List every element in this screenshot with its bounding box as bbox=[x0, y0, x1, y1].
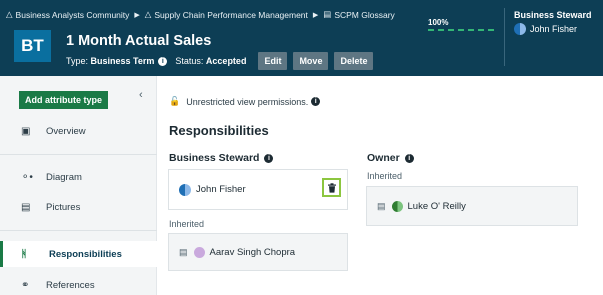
permissions-text: Unrestricted view permissions. bbox=[186, 96, 309, 107]
sidebar-item-label: Diagram bbox=[46, 171, 82, 183]
sidebar: Add attribute type ‹ ▣ Overview ⚬• Diagr… bbox=[0, 76, 157, 295]
section-title: Responsibilities bbox=[169, 123, 269, 138]
asset-title: 1 Month Actual Sales bbox=[66, 33, 212, 49]
avatar bbox=[391, 200, 403, 212]
owner-title: Owner bbox=[367, 152, 400, 164]
business-steward-info-icon[interactable]: i bbox=[264, 153, 274, 163]
status-value: Accepted bbox=[205, 56, 247, 66]
delete-button[interactable]: Delete bbox=[334, 52, 374, 70]
owner-inherited-user[interactable]: Luke O' Reilly bbox=[408, 201, 466, 212]
type-label: Type: bbox=[66, 56, 89, 66]
sidebar-divider bbox=[0, 230, 157, 231]
asset-meta: Type: Business Term i Status: Accepted E… bbox=[66, 52, 374, 70]
glossary-icon: ▤ bbox=[323, 9, 332, 19]
main-content: 🔓 Unrestricted view permissions. i Respo… bbox=[157, 76, 603, 295]
remove-responsibility-button[interactable] bbox=[322, 178, 341, 197]
breadcrumb-community[interactable]: Business Analysts Community bbox=[16, 10, 130, 20]
header-steward-name[interactable]: John Fisher bbox=[530, 24, 577, 34]
sidebar-item-label: Pictures bbox=[46, 201, 81, 213]
business-steward-inherited-card: ▤ Aarav Singh Chopra bbox=[168, 233, 348, 271]
header-divider bbox=[504, 8, 505, 66]
type-info-icon[interactable]: i bbox=[158, 56, 168, 66]
avatar bbox=[193, 246, 205, 258]
references-icon: ⚭ bbox=[21, 279, 30, 291]
responsibilities-icon: ᚻ bbox=[21, 248, 27, 260]
business-steward-card: John Fisher bbox=[168, 169, 348, 210]
breadcrumb: △ Business Analysts Community ▶ △ Supply… bbox=[6, 9, 395, 20]
edit-button[interactable]: Edit bbox=[258, 52, 288, 70]
glossary-icon: ▤ bbox=[377, 200, 386, 211]
collapse-sidebar-icon[interactable]: ‹ bbox=[139, 89, 143, 101]
avatar bbox=[514, 23, 526, 35]
header-steward-title: Business Steward bbox=[514, 10, 592, 20]
asset-header: △ Business Analysts Community ▶ △ Supply… bbox=[0, 0, 603, 76]
header-steward-user[interactable]: John Fisher bbox=[514, 23, 592, 35]
glossary-icon: ▤ bbox=[179, 246, 188, 257]
community-icon: △ bbox=[6, 9, 13, 19]
business-steward-inherited-label: Inherited bbox=[169, 219, 205, 229]
business-steward-user[interactable]: John Fisher bbox=[196, 184, 246, 195]
breadcrumb-separator-icon: ▶ bbox=[312, 11, 319, 19]
overview-icon: ▣ bbox=[21, 125, 31, 137]
owner-inherited-card: ▤ Luke O' Reilly bbox=[366, 186, 578, 226]
sidebar-item-diagram[interactable]: ⚬• Diagram bbox=[0, 164, 157, 190]
domain-icon: △ bbox=[144, 9, 152, 19]
breadcrumb-separator-icon: ▶ bbox=[134, 11, 140, 19]
asset-type-badge: BT bbox=[14, 30, 51, 62]
pictures-icon: ▤ bbox=[21, 201, 31, 213]
owner-info-icon[interactable]: i bbox=[404, 153, 414, 163]
sidebar-item-responsibilities[interactable]: ᚻ Responsibilities bbox=[0, 241, 157, 267]
owner-inherited-label: Inherited bbox=[367, 171, 403, 181]
breadcrumb-glossary[interactable]: SCPM Glossary bbox=[334, 10, 394, 20]
move-button[interactable]: Move bbox=[293, 52, 329, 70]
diagram-icon: ⚬• bbox=[21, 171, 33, 183]
sidebar-item-pictures[interactable]: ▤ Pictures bbox=[0, 194, 157, 220]
header-steward: Business Steward John Fisher bbox=[514, 10, 592, 35]
owner-heading: Owner i bbox=[367, 152, 414, 164]
sidebar-item-references[interactable]: ⚭ References bbox=[0, 272, 157, 295]
unlock-icon: 🔓 bbox=[169, 96, 181, 106]
breadcrumb-domain[interactable]: Supply Chain Performance Management bbox=[154, 10, 308, 20]
permissions-info-icon[interactable]: i bbox=[311, 97, 321, 106]
business-steward-title: Business Steward bbox=[169, 152, 260, 164]
view-permissions: 🔓 Unrestricted view permissions. i bbox=[169, 96, 321, 107]
add-attribute-type-button[interactable]: Add attribute type bbox=[19, 91, 109, 109]
business-steward-heading: Business Steward i bbox=[169, 152, 274, 164]
sidebar-item-overview[interactable]: ▣ Overview bbox=[0, 118, 157, 144]
sidebar-divider bbox=[0, 154, 157, 155]
avatar bbox=[179, 183, 191, 196]
completeness-bar bbox=[428, 29, 494, 32]
completeness-progress: 100% bbox=[428, 18, 494, 32]
status-label: Status: bbox=[175, 56, 204, 66]
sidebar-item-label: References bbox=[46, 279, 95, 291]
trash-icon bbox=[327, 182, 336, 193]
type-value[interactable]: Business Term bbox=[91, 56, 155, 66]
sidebar-item-label: Overview bbox=[46, 125, 86, 137]
completeness-label: 100% bbox=[428, 18, 449, 27]
sidebar-item-label: Responsibilities bbox=[49, 248, 122, 260]
business-steward-inherited-user[interactable]: Aarav Singh Chopra bbox=[210, 247, 296, 258]
